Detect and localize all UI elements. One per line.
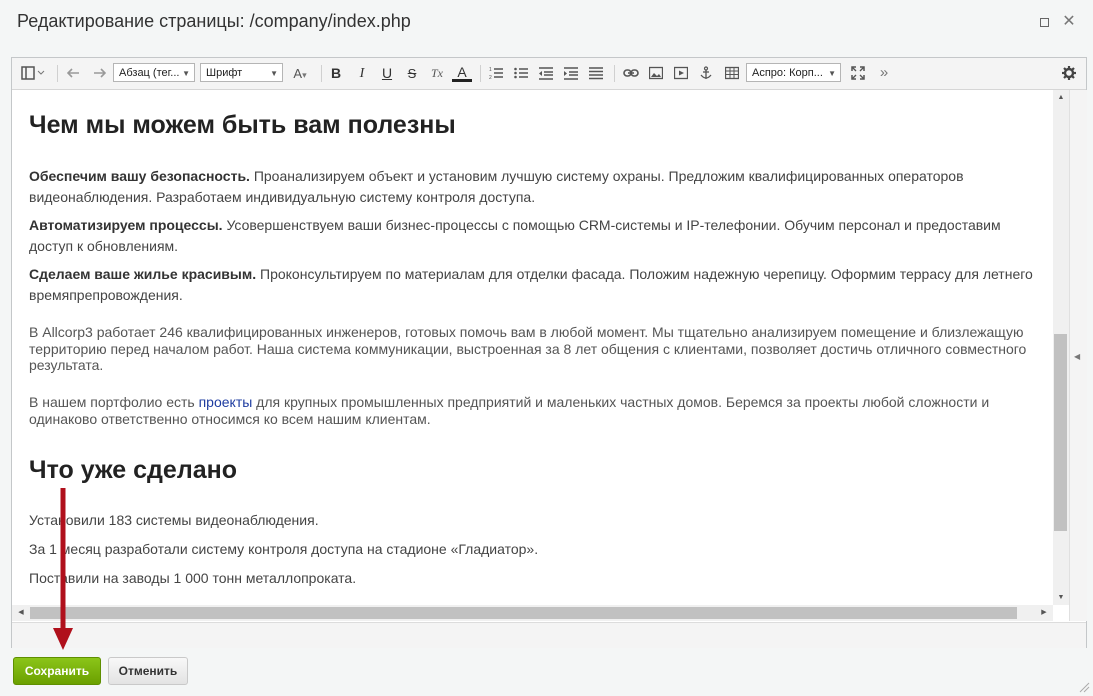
toolbar-separator <box>614 65 615 82</box>
settings-gear-icon[interactable] <box>1059 64 1079 83</box>
paragraph-portfolio: В нашем портфолио есть проекты для крупн… <box>29 394 1039 427</box>
scroll-up-icon[interactable]: ▲ <box>1053 92 1069 104</box>
undo-icon[interactable] <box>64 64 84 83</box>
ordered-list-icon[interactable]: 12 <box>486 64 506 83</box>
toolbar-separator <box>57 65 58 82</box>
table-icon[interactable] <box>722 64 742 83</box>
clear-format-button[interactable]: Tx <box>427 64 447 83</box>
editor-status-bar <box>12 622 1086 648</box>
list-item: Сделаем ваше жилье красивым. Проконсульт… <box>29 264 1039 306</box>
strikethrough-button[interactable]: S <box>402 64 422 83</box>
link-icon[interactable] <box>621 64 641 83</box>
chevron-down-icon: ▾ <box>302 70 307 80</box>
vertical-scroll-thumb[interactable] <box>1054 334 1067 531</box>
list-item: За 1 месяц разработали систему контроля … <box>29 541 539 557</box>
toolbar-separator <box>480 65 481 82</box>
paragraph-text: В нашем портфолио есть <box>29 394 199 410</box>
fullscreen-icon[interactable] <box>848 64 868 83</box>
scroll-right-icon[interactable]: ▶ <box>1037 605 1051 621</box>
font-size-button[interactable]: A▾ <box>288 64 312 83</box>
vertical-scrollbar[interactable]: ▲ ▼ <box>1053 90 1069 605</box>
maximize-icon[interactable] <box>1036 14 1052 30</box>
list-item: Установили 183 системы видеонаблюдения. <box>29 512 319 528</box>
redo-icon[interactable] <box>89 64 109 83</box>
style-value: Аспро: Корп... <box>752 67 823 79</box>
font-size-label: A <box>293 66 303 81</box>
indent-icon[interactable] <box>561 64 581 83</box>
style-select[interactable]: Аспро: Корп... ▼ <box>746 63 841 82</box>
item-title: Сделаем ваше жилье красивым. <box>29 266 257 282</box>
side-panel-toggle-strip[interactable]: ◀ <box>1069 90 1087 621</box>
heading-done: Что уже сделано <box>29 456 237 484</box>
font-value: Шрифт <box>206 67 243 79</box>
align-justify-icon[interactable] <box>586 64 606 83</box>
list-item: Поставили на заводы 1 000 тонн металлопр… <box>29 570 357 586</box>
outdent-icon[interactable] <box>536 64 556 83</box>
item-title: Обеспечим вашу безопасность. <box>29 168 250 184</box>
chevron-down-icon: ▼ <box>828 69 836 78</box>
save-button[interactable]: Сохранить <box>13 657 101 685</box>
bullet-list-icon[interactable] <box>511 64 531 83</box>
item-title: Автоматизируем процессы. <box>29 217 223 233</box>
scroll-left-icon[interactable]: ◀ <box>14 605 28 621</box>
font-select[interactable]: Шрифт ▼ <box>200 63 283 82</box>
chevron-down-icon: ▼ <box>182 69 190 78</box>
chevron-down-icon: ▼ <box>270 69 278 78</box>
svg-text:2: 2 <box>489 75 492 80</box>
close-icon[interactable]: ✕ <box>1061 14 1077 30</box>
paragraph-format-value: Абзац (тег... <box>119 67 180 79</box>
html-editor: Абзац (тег... ▼ Шрифт ▼ A▾ B I U S Tx A 12 <box>11 57 1087 648</box>
italic-button[interactable]: I <box>352 64 372 83</box>
list-item: Автоматизируем процессы. Усовершенствуем… <box>29 215 1039 257</box>
underline-button[interactable]: U <box>377 64 397 83</box>
svg-text:1: 1 <box>489 67 492 73</box>
toolbar-separator <box>321 65 322 82</box>
editor-toolbar: Абзац (тег... ▼ Шрифт ▼ A▾ B I U S Tx A 12 <box>12 58 1086 90</box>
cancel-button[interactable]: Отменить <box>108 657 188 685</box>
paragraph-engineers: В Allcorp3 работает 246 квалифицированны… <box>29 324 1027 373</box>
heading-how-we-help: Чем мы можем быть вам полезны <box>29 111 456 139</box>
more-button[interactable]: » <box>874 64 894 83</box>
view-mode-icon[interactable] <box>20 64 46 83</box>
video-icon[interactable] <box>671 64 691 83</box>
collapse-arrow-icon[interactable]: ◀ <box>1074 352 1080 361</box>
paragraph-format-select[interactable]: Абзац (тег... ▼ <box>113 63 195 82</box>
font-color-button[interactable]: A <box>452 64 472 82</box>
horizontal-scrollbar[interactable]: ◀ ▶ <box>12 605 1053 621</box>
resize-grip-icon[interactable] <box>1078 681 1090 693</box>
list-item: Обеспечим вашу безопасность. Проанализир… <box>29 166 1039 208</box>
dialog-title: Редактирование страницы: /company/index.… <box>17 11 411 31</box>
editor-content-area[interactable]: Чем мы можем быть вам полезны Обеспечим … <box>12 90 1053 605</box>
dialog-titlebar: Редактирование страницы: /company/index.… <box>0 0 1093 46</box>
scroll-down-icon[interactable]: ▼ <box>1053 592 1069 604</box>
horizontal-scroll-thumb[interactable] <box>30 607 1017 619</box>
image-icon[interactable] <box>646 64 666 83</box>
bold-button[interactable]: B <box>326 64 346 83</box>
projects-link[interactable]: проекты <box>199 394 253 410</box>
anchor-icon[interactable] <box>696 64 716 83</box>
